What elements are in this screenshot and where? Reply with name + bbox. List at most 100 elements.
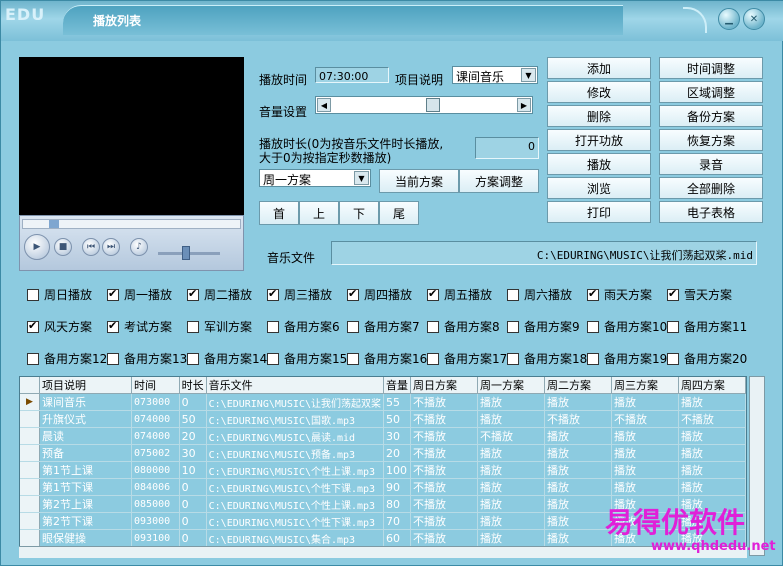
table-cell[interactable]: 093100 [131,529,180,547]
adjust-scheme-button[interactable]: 方案调整 [459,169,539,193]
checkbox-unchecked-icon[interactable] [587,352,599,365]
table-cell[interactable]: 不播放 [410,393,478,411]
checkbox-unchecked-icon[interactable] [667,320,679,333]
table-cell[interactable]: 30 [383,427,411,445]
checkbox-unchecked-icon[interactable] [587,320,599,333]
checkbox-row1-0[interactable]: 周日播放 [27,286,92,303]
play-time-input[interactable]: 07:30:00 [315,67,389,83]
table-cell[interactable]: 播放 [611,444,679,462]
column-header[interactable]: 时间 [131,377,180,394]
action-left-button-0[interactable]: 添加 [547,57,651,79]
table-cell[interactable]: 播放 [544,427,612,445]
table-cell[interactable]: C:\EDURING\MUSIC\个性上课.mp3 [206,495,385,513]
table-cell[interactable]: 眼保健操 [39,529,133,547]
table-cell[interactable]: 0 [179,529,207,547]
table-cell[interactable]: 第2节下课 [39,512,133,530]
seek-thumb[interactable] [49,220,59,228]
table-cell[interactable]: 播放 [477,478,545,496]
checkbox-row2-1[interactable]: 考试方案 [107,318,172,335]
chevron-down-icon[interactable]: ▼ [521,68,536,82]
table-cell[interactable]: 60 [383,529,411,547]
action-left-button-4[interactable]: 播放 [547,153,651,175]
table-cell[interactable]: 0 [179,512,207,530]
table-cell[interactable]: 播放 [678,444,746,462]
checkbox-unchecked-icon[interactable] [27,288,39,301]
checkbox-row3-2[interactable]: 备用方案14 [187,350,267,367]
table-cell[interactable]: 70 [383,512,411,530]
row-header[interactable] [20,410,41,428]
checkbox-checked-icon[interactable] [187,287,199,301]
table-cell[interactable]: C:\EDURING\MUSIC\个性下课.mp3 [206,478,385,496]
table-cell[interactable]: 播放 [544,478,612,496]
first-record-button[interactable]: 首 [259,201,299,225]
checkbox-row1-2[interactable]: 周二播放 [187,286,252,303]
table-cell[interactable]: 50 [179,410,207,428]
checkbox-unchecked-icon[interactable] [267,320,279,333]
table-cell[interactable]: 90 [383,478,411,496]
table-cell[interactable]: 不播放 [410,427,478,445]
action-left-button-1[interactable]: 修改 [547,81,651,103]
column-header[interactable]: 周日方案 [410,377,478,394]
checkbox-row2-2[interactable]: 军训方案 [187,318,252,335]
table-cell[interactable]: 080000 [131,461,180,479]
table-cell[interactable]: 播放 [678,461,746,479]
checkbox-row2-7[interactable]: 备用方案10 [587,318,667,335]
checkbox-unchecked-icon[interactable] [187,352,199,365]
table-cell[interactable]: 不播放 [410,512,478,530]
play-button[interactable]: ▶ [24,234,50,260]
checkbox-row2-3[interactable]: 备用方案6 [267,318,340,335]
table-cell[interactable]: 播放 [678,427,746,445]
table-cell[interactable]: 10 [179,461,207,479]
table-cell[interactable]: 播放 [678,393,746,411]
table-cell[interactable]: 预备 [39,444,133,462]
table-row[interactable]: 晨读 074000 20 C:\EDURING\MUSIC\晨读.mid 30 不播放 不播… [20,427,746,445]
table-row[interactable]: 第1节下课 084006 0 C:\EDURING\MUSIC\个性下课.mp3 90 不… [20,478,746,496]
checkbox-unchecked-icon[interactable] [507,320,519,333]
table-cell[interactable]: C:\EDURING\MUSIC\国歌.mp3 [206,410,385,428]
table-cell[interactable]: C:\EDURING\MUSIC\预备.mp3 [206,444,385,462]
table-cell[interactable]: 第2节上课 [39,495,133,513]
last-record-button[interactable]: 尾 [379,201,419,225]
table-cell[interactable]: 不播放 [544,410,612,428]
checkbox-row3-8[interactable]: 备用方案20 [667,350,747,367]
table-cell[interactable]: 074000 [131,427,180,445]
row-header[interactable] [20,427,41,445]
table-vertical-scrollbar[interactable] [749,376,765,556]
table-cell[interactable]: 不播放 [410,410,478,428]
table-cell[interactable]: 第1节上课 [39,461,133,479]
table-cell[interactable]: 播放 [477,461,545,479]
checkbox-row1-1[interactable]: 周一播放 [107,286,172,303]
table-cell[interactable]: 不播放 [410,444,478,462]
checkbox-unchecked-icon[interactable] [107,352,119,365]
table-cell[interactable]: 播放 [544,444,612,462]
row-header[interactable] [20,495,41,513]
checkbox-unchecked-icon[interactable] [187,320,199,333]
next-button[interactable]: ⏭ [102,238,120,256]
scheme-select[interactable]: 周一方案 ▼ [259,169,371,187]
checkbox-checked-icon[interactable] [27,319,39,333]
table-cell[interactable]: C:\EDURING\MUSIC\让我们荡起双桨 [206,393,385,411]
checkbox-unchecked-icon[interactable] [347,320,359,333]
table-cell[interactable]: 不播放 [611,410,679,428]
checkbox-row1-8[interactable]: 雪天方案 [667,286,732,303]
checkbox-unchecked-icon[interactable] [667,352,679,365]
table-cell[interactable]: 播放 [544,495,612,513]
action-right-button-2[interactable]: 备份方案 [659,105,763,127]
action-right-button-3[interactable]: 恢复方案 [659,129,763,151]
table-cell[interactable]: 升旗仪式 [39,410,133,428]
chevron-down-icon[interactable]: ▼ [354,171,369,185]
table-cell[interactable]: 播放 [544,393,612,411]
action-right-button-0[interactable]: 时间调整 [659,57,763,79]
action-right-button-5[interactable]: 全部删除 [659,177,763,199]
checkbox-row3-5[interactable]: 备用方案17 [427,350,507,367]
chevron-left-icon[interactable]: ◀ [317,98,331,112]
table-cell[interactable]: 播放 [678,478,746,496]
volume-slider[interactable]: ◀ ▶ [315,96,533,114]
action-right-button-1[interactable]: 区域调整 [659,81,763,103]
table-cell[interactable]: 093000 [131,512,180,530]
checkbox-unchecked-icon[interactable] [267,352,279,365]
table-cell[interactable]: 80 [383,495,411,513]
column-header[interactable]: 周三方案 [611,377,679,394]
table-cell[interactable]: 播放 [544,512,612,530]
checkbox-checked-icon[interactable] [107,319,119,333]
